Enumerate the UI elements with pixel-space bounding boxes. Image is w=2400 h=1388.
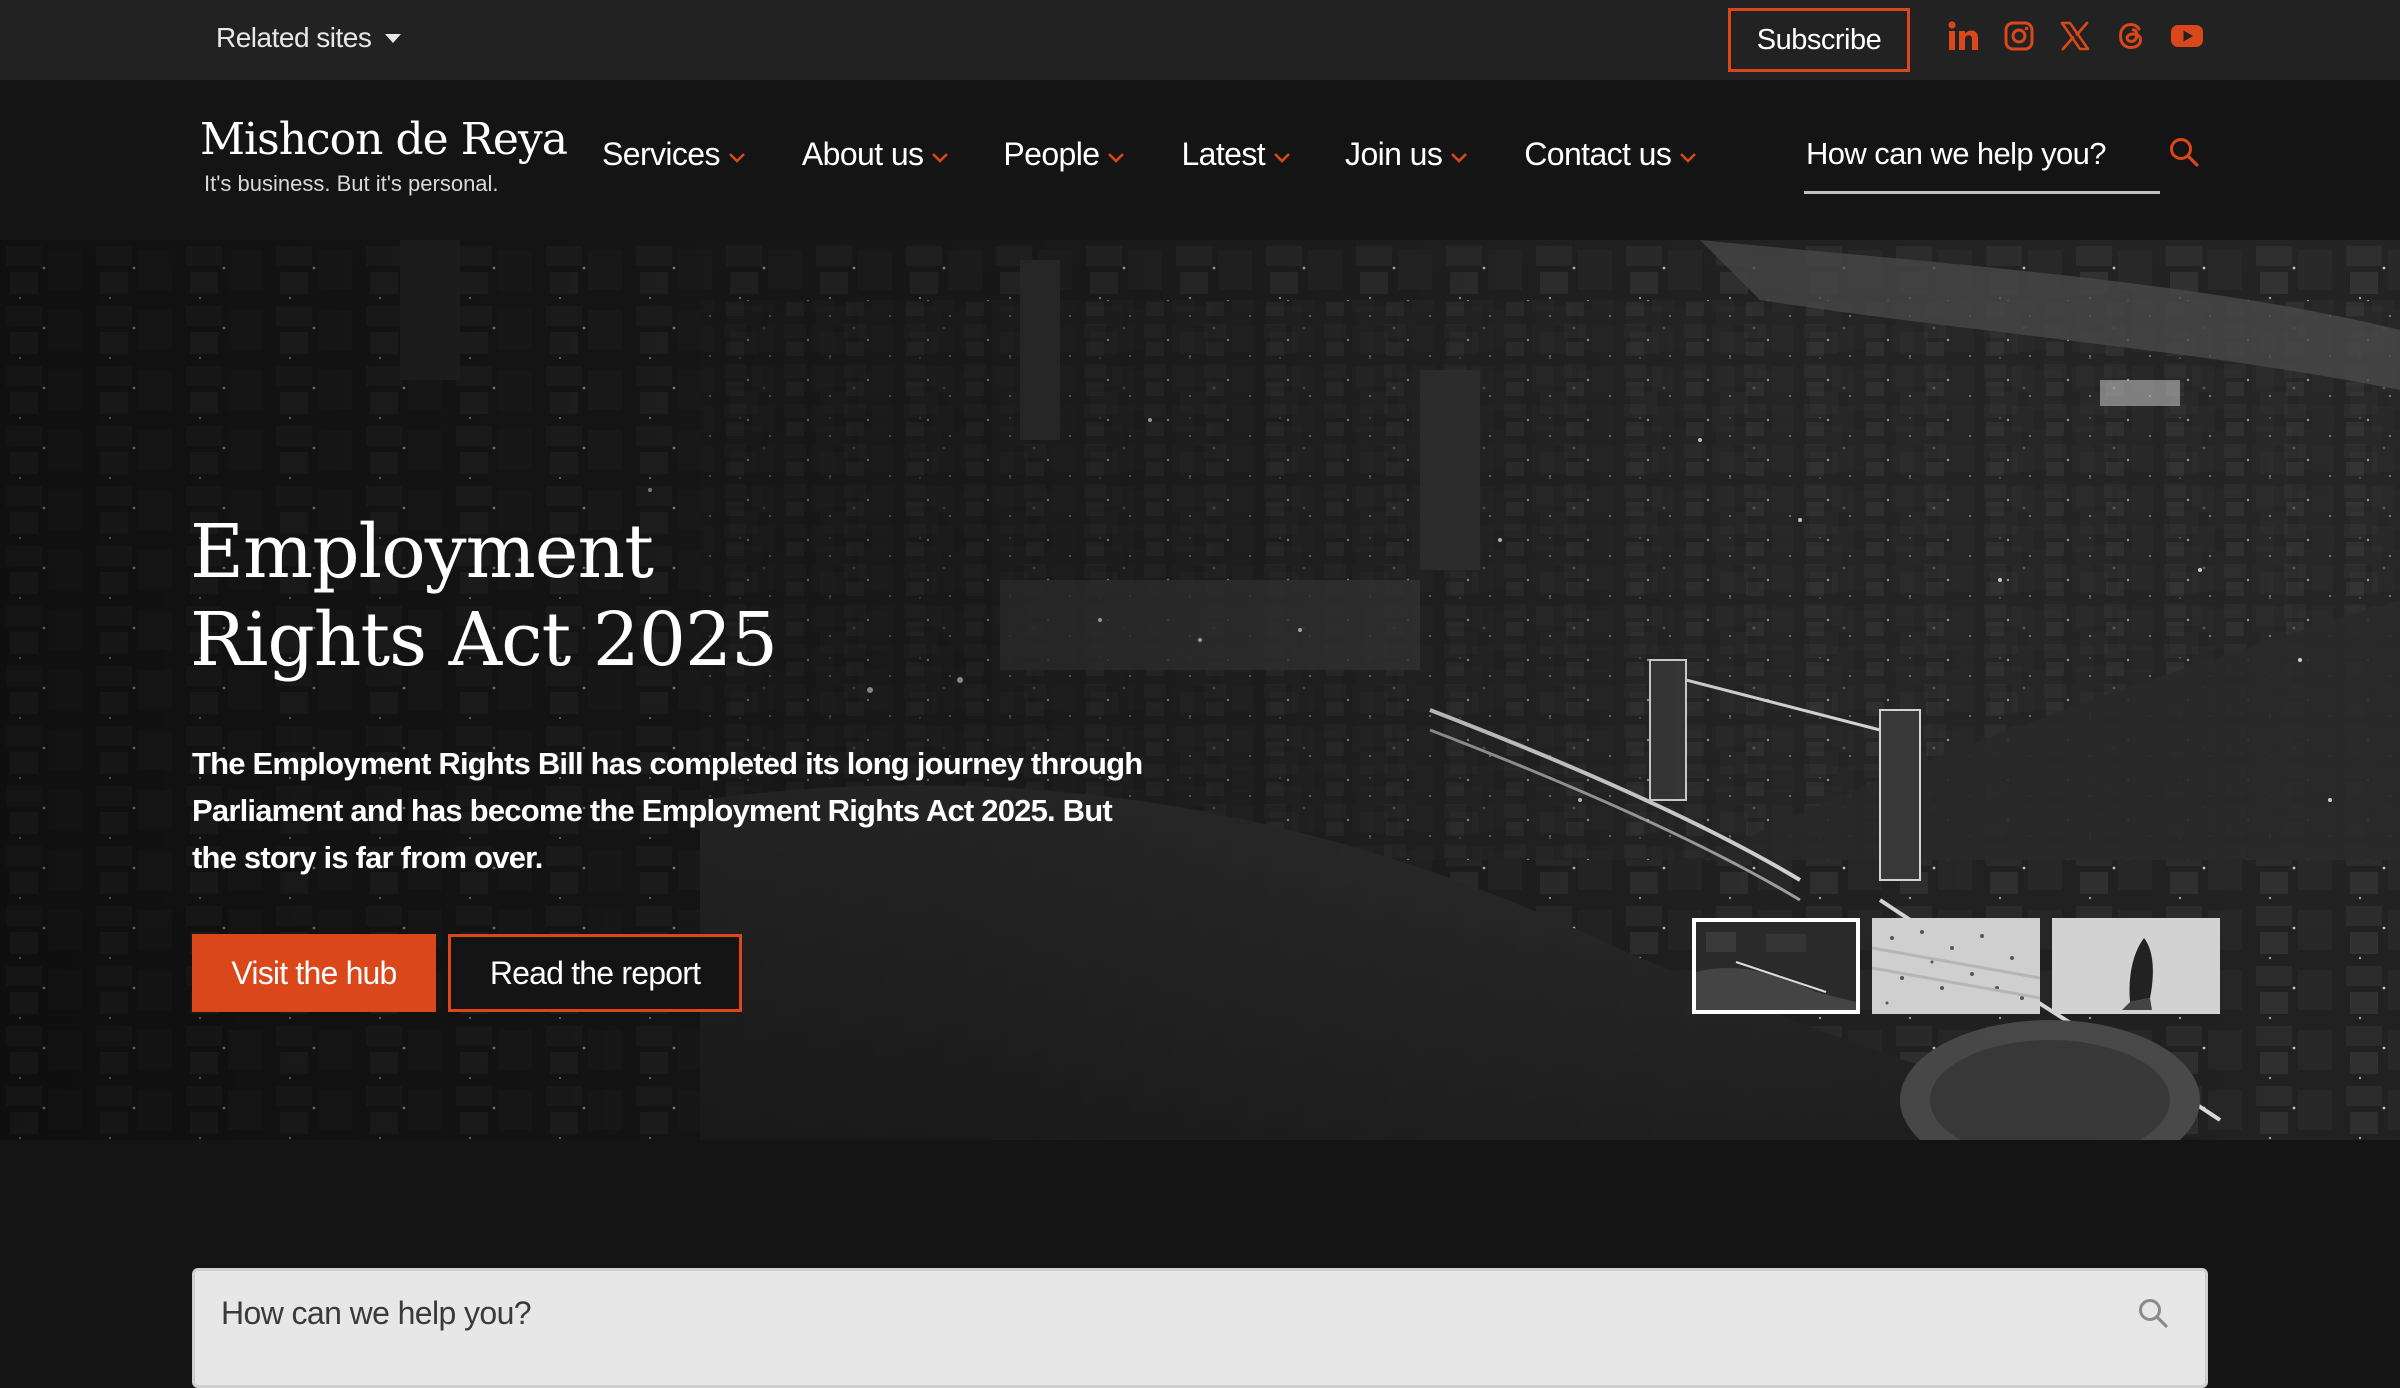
chevron-down-icon [1680, 152, 1697, 163]
search-section [0, 1140, 2400, 1388]
top-utility-bar: Related sites Subscribe [0, 0, 2400, 80]
chevron-down-icon [728, 152, 745, 163]
nav-item-contact-us[interactable]: Contact us [1524, 136, 1697, 173]
hero-slide-thumbnails [1692, 918, 2220, 1014]
slide-thumbnail-texture[interactable] [1872, 918, 2040, 1014]
header-search [1804, 126, 2160, 194]
nav-item-about-us[interactable]: About us [802, 136, 950, 173]
nav-item-people[interactable]: People [1003, 136, 1125, 173]
main-search-input[interactable] [219, 1283, 2019, 1343]
site-logo[interactable]: Mishcon de Reya It's business. But it's … [200, 114, 568, 197]
youtube-icon[interactable] [2170, 18, 2204, 54]
x-icon[interactable] [2058, 18, 2092, 54]
main-navigation: Mishcon de Reya It's business. But it's … [0, 80, 2400, 240]
search-icon[interactable] [2137, 1297, 2169, 1329]
threads-icon[interactable] [2114, 18, 2148, 54]
nav-item-join-us[interactable]: Join us [1345, 136, 1468, 173]
nav-item-label: About us [801, 136, 924, 172]
nav-item-label: Latest [1181, 136, 1266, 172]
chevron-down-icon [1108, 152, 1125, 163]
subscribe-button[interactable]: Subscribe [1728, 8, 1910, 72]
social-links [1946, 18, 2204, 54]
hero-title: Employment Rights Act 2025 [190, 508, 1090, 684]
nav-item-label: Join us [1345, 136, 1443, 172]
instagram-icon[interactable] [2002, 18, 2036, 54]
logo-tagline: It's business. But it's personal. [204, 171, 499, 196]
nav-item-label: People [1003, 136, 1100, 172]
linkedin-icon[interactable] [1946, 18, 1980, 54]
nav-menu: Services About us People Latest Join us … [602, 136, 1697, 173]
slide-thumbnail-city[interactable] [1692, 918, 1860, 1014]
chevron-down-icon [932, 152, 949, 163]
read-report-button[interactable]: Read the report [448, 934, 742, 1012]
related-sites-dropdown[interactable]: Related sites [216, 22, 402, 54]
nav-item-label: Contact us [1524, 136, 1672, 172]
chevron-down-icon [1274, 152, 1290, 163]
visit-hub-button[interactable]: Visit the hub [192, 934, 436, 1012]
related-sites-label: Related sites [216, 22, 372, 53]
logo-wordmark: Mishcon de Reya [200, 114, 568, 165]
slide-thumbnail-rocket[interactable] [2052, 918, 2220, 1014]
hero-banner: Employment Rights Act 2025 The Employmen… [0, 240, 2400, 1140]
main-search-box [192, 1268, 2208, 1388]
chevron-down-icon [1451, 152, 1468, 163]
nav-item-label: Services [602, 136, 721, 172]
header-search-input[interactable] [1804, 126, 2124, 182]
search-icon[interactable] [2168, 136, 2200, 168]
caret-down-icon [385, 33, 402, 43]
hero-description: The Employment Rights Bill has completed… [192, 746, 1143, 875]
nav-item-services[interactable]: Services [602, 136, 746, 173]
hero-title-line-2: Rights Act 2025 [190, 597, 778, 683]
hero-title-line-1: Employment [190, 509, 654, 595]
nav-item-latest[interactable]: Latest [1181, 136, 1291, 173]
